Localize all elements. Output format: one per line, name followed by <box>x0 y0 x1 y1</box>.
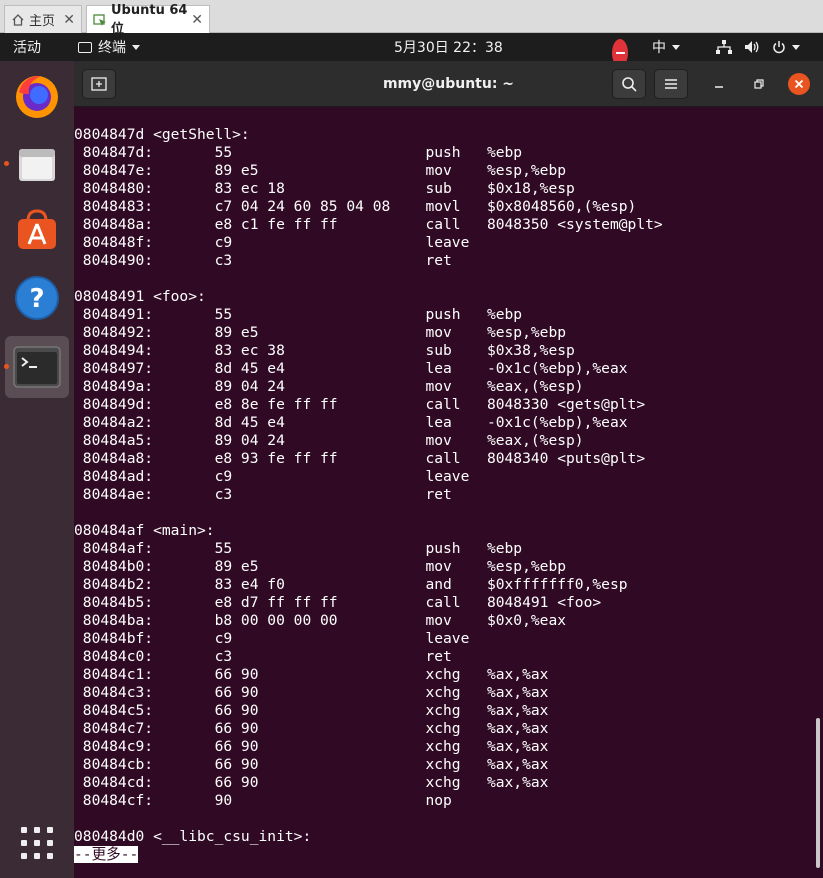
terminal-line: 8048494: 83 ec 38 sub $0x38,%esp <box>74 342 575 359</box>
terminal-line: 80484c1: 66 90 xchg %ax,%ax <box>74 666 549 683</box>
scrollbar[interactable] <box>814 108 823 878</box>
scrollbar-thumb[interactable] <box>816 718 820 868</box>
home-icon <box>11 13 25 27</box>
terminal-line: 80484c5: 66 90 xchg %ax,%ax <box>74 702 549 719</box>
network-icon[interactable] <box>716 33 732 61</box>
terminal-lines: 0804847d <getShell>: 804847d: 55 push %e… <box>74 126 663 864</box>
terminal-line: 80484af: 55 push %ebp <box>74 540 523 557</box>
files-icon <box>19 149 55 181</box>
terminal-line: 804848a: e8 c1 fe ff ff call 8048350 <sy… <box>74 216 663 233</box>
app-menu-label: 终端 <box>98 40 126 56</box>
new-tab-button[interactable] <box>82 69 116 99</box>
dock-files[interactable] <box>4 133 69 195</box>
search-icon <box>622 77 637 92</box>
terminal-line: 8048491: 55 push %ebp <box>74 306 523 323</box>
terminal-line: 08048491 <foo>: <box>74 288 206 305</box>
vm-tab-ubuntu[interactable]: Ubuntu 64 位 ✕ <box>86 3 210 37</box>
minimize-icon <box>715 86 723 88</box>
terminal-line: 0804847d <getShell>: <box>74 126 250 143</box>
chevron-down-icon <box>132 44 140 50</box>
power-menu[interactable] <box>772 33 800 61</box>
close-button[interactable] <box>788 73 810 95</box>
help-icon: ? <box>15 276 59 320</box>
hamburger-menu-button[interactable] <box>654 69 688 99</box>
chevron-down-icon <box>672 44 680 50</box>
activities-button[interactable]: 活动 <box>13 33 41 61</box>
search-button[interactable] <box>612 69 646 99</box>
terminal-line: --更多-- <box>74 846 663 864</box>
terminal-line: 080484af <main>: <box>74 522 215 539</box>
terminal-line: 8048490: c3 ret <box>74 252 487 269</box>
running-indicator <box>4 161 9 166</box>
terminal-icon <box>13 346 61 388</box>
terminal-line: 804849d: e8 8e fe ff ff call 8048330 <ge… <box>74 396 646 413</box>
power-icon <box>773 41 785 54</box>
software-icon <box>18 209 56 249</box>
clock[interactable]: 5月30日 22：38 <box>394 33 503 61</box>
new-tab-icon <box>91 77 107 91</box>
terminal-line: 8048492: 89 e5 mov %esp,%ebp <box>74 324 567 341</box>
vm-tab-home[interactable]: 主页 ✕ <box>4 5 82 33</box>
terminal-line: 80484a2: 8d 45 e4 lea -0x1c(%ebp),%eax <box>74 414 628 431</box>
terminal-line: 80484c0: c3 ret <box>74 648 487 665</box>
vm-tab-home-label: 主页 <box>29 14 56 29</box>
terminal-line: 804847d: 55 push %ebp <box>74 144 523 161</box>
terminal-line: 80484a5: 89 04 24 mov %eax,(%esp) <box>74 432 584 449</box>
terminal-line: 80484cb: 66 90 xchg %ax,%ax <box>74 756 549 773</box>
close-icon[interactable]: ✕ <box>191 12 203 28</box>
terminal-line: 804848f: c9 leave <box>74 234 487 251</box>
terminal-line: 80484bf: c9 leave <box>74 630 487 647</box>
terminal-line: 80484cd: 66 90 xchg %ax,%ax <box>74 774 549 791</box>
svg-text:?: ? <box>29 284 44 314</box>
terminal-line: 80484b5: e8 d7 ff ff ff call 8048491 <fo… <box>74 594 602 611</box>
terminal-line: 804849a: 89 04 24 mov %eax,(%esp) <box>74 378 584 395</box>
app-menu[interactable]: 终端 <box>78 33 140 61</box>
vm-tab-ubuntu-label: Ubuntu 64 位 <box>111 2 188 37</box>
firefox-icon <box>16 76 58 118</box>
terminal-line: 8048483: c7 04 24 60 85 04 08 movl $0x80… <box>74 198 637 215</box>
terminal-line: 8048497: 8d 45 e4 lea -0x1c(%ebp),%eax <box>74 360 628 377</box>
maximize-button[interactable] <box>748 73 770 95</box>
running-indicator <box>4 364 9 369</box>
show-applications-icon[interactable] <box>21 827 53 859</box>
dock-firefox[interactable] <box>5 65 69 127</box>
terminal-line: 80484c9: 66 90 xchg %ax,%ax <box>74 738 549 755</box>
terminal-line: 080484d0 <__libc_csu_init>: <box>74 828 312 845</box>
vm-tab-strip: 主页 ✕ Ubuntu 64 位 ✕ <box>0 0 823 37</box>
top-bar: 活动 终端 5月30日 22：38 中 <box>0 33 823 67</box>
terminal-line: 80484b2: 83 e4 f0 and $0xfffffff0,%esp <box>74 576 628 593</box>
close-icon <box>794 79 804 89</box>
vm-icon <box>93 13 107 27</box>
restore-icon <box>754 79 764 89</box>
dock: ? <box>0 61 74 878</box>
terminal-line: 80484ae: c3 ret <box>74 486 487 503</box>
terminal-line: 80484c3: 66 90 xchg %ax,%ax <box>74 684 549 701</box>
terminal-header-bar: mmy@ubuntu: ~ <box>74 61 823 107</box>
terminal-output[interactable]: 0804847d <getShell>: 804847d: 55 push %e… <box>74 108 814 878</box>
terminal-line: 80484c7: 66 90 xchg %ax,%ax <box>74 720 549 737</box>
terminal-window: mmy@ubuntu: ~ 0804847d <getShell>: 80484… <box>74 61 823 878</box>
terminal-line: 80484ad: c9 leave <box>74 468 487 485</box>
menu-icon <box>665 79 677 89</box>
dock-software[interactable] <box>5 199 69 261</box>
terminal-line: 80484b0: 89 e5 mov %esp,%ebp <box>74 558 567 575</box>
input-method-label: 中 <box>652 40 666 56</box>
terminal-line: 8048480: 83 ec 18 sub $0x18,%esp <box>74 180 575 197</box>
close-icon[interactable]: ✕ <box>63 12 75 28</box>
terminal-small-icon <box>78 41 92 53</box>
input-method-menu[interactable]: 中 <box>652 33 680 61</box>
chevron-down-icon <box>792 44 800 50</box>
minimize-button[interactable] <box>708 73 730 95</box>
dock-terminal[interactable] <box>4 336 69 398</box>
volume-icon[interactable] <box>744 33 760 61</box>
terminal-line: 80484ba: b8 00 00 00 00 mov $0x0,%eax <box>74 612 567 629</box>
terminal-line: 80484cf: 90 nop <box>74 792 452 809</box>
terminal-line: 804847e: 89 e5 mov %esp,%ebp <box>74 162 567 179</box>
terminal-line: 80484a8: e8 93 fe ff ff call 8048340 <pu… <box>74 450 646 467</box>
dock-help[interactable]: ? <box>5 267 69 329</box>
more-prompt: --更多-- <box>74 846 139 863</box>
